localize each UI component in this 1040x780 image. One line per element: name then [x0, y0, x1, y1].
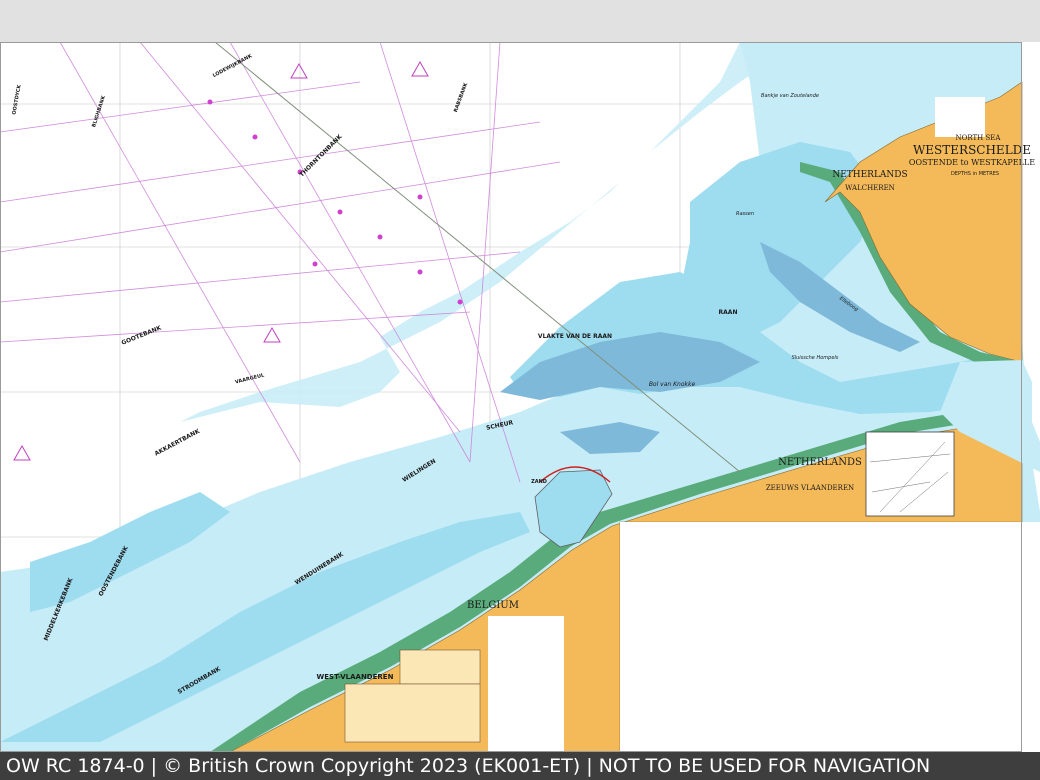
label-zand: ZAND: [531, 479, 547, 485]
chart-subtitle: OOSTENDE to WESTKAPELLE: [909, 158, 1035, 167]
chart-depth-units: DEPTHS in METRES: [951, 171, 999, 177]
chart-title: WESTERSCHELDE: [913, 143, 1031, 157]
label-bol-van-knokke: Bol van Knokke: [649, 381, 696, 388]
label-belgium: BELGIUM: [467, 600, 519, 611]
label-zeeuws-vlaanderen: ZEEUWS VLAANDEREN: [766, 484, 854, 492]
chart-limit-blank: [620, 522, 1040, 752]
label-sluissche-hompels: Sluissche Hompels: [792, 355, 839, 361]
chart-viewer: NORTH SEA WESTERSCHELDE OOSTENDE to WEST…: [0, 0, 1040, 780]
title-blank: [935, 97, 985, 137]
label-west-vlaanderen: WEST-VLAANDEREN: [317, 673, 394, 681]
title-sea: NORTH SEA: [956, 134, 1002, 142]
nautical-chart[interactable]: NORTH SEA WESTERSCHELDE OOSTENDE to WEST…: [0, 42, 1040, 752]
label-netherlands-south: NETHERLANDS: [778, 457, 862, 468]
lights-table: [344, 683, 481, 743]
label-walcheren: WALCHEREN: [845, 184, 895, 192]
label-raan: RAAN: [719, 309, 738, 316]
top-band: [0, 0, 1040, 42]
inset-blank: [488, 616, 564, 752]
label-vlakte-van-de-raan: VLAKTE VAN DE RAAN: [538, 333, 612, 340]
tidal-table: [399, 649, 481, 685]
chart-canvas[interactable]: NORTH SEA WESTERSCHELDE OOSTENDE to WEST…: [0, 42, 1040, 752]
copyright-footer: OW RC 1874-0 | © British Crown Copyright…: [0, 752, 1040, 780]
label-rassen: Rassen: [736, 211, 754, 217]
label-bankje: Bankje van Zoutelande: [761, 93, 819, 99]
label-netherlands-north: NETHERLANDS: [832, 170, 907, 180]
